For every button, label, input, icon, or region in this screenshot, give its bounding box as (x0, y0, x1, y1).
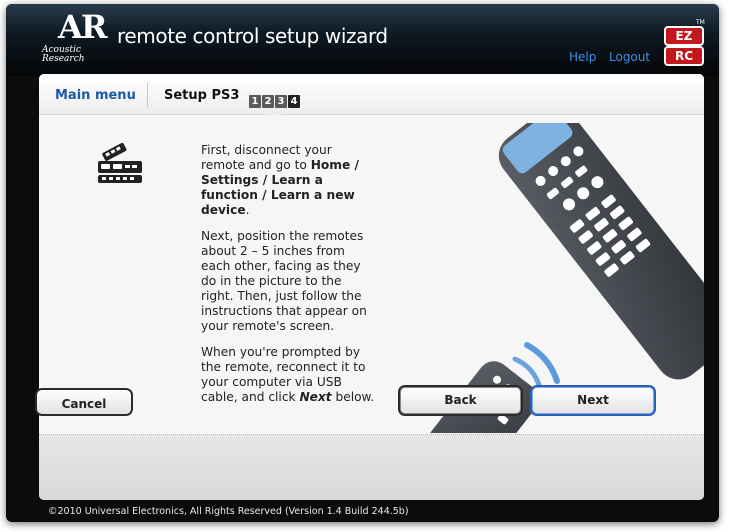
device-remote-icon (98, 143, 142, 183)
header: AR Acoustic Research remote control setu… (6, 4, 719, 76)
step-indicator: 1234 (249, 89, 301, 108)
tab-divider (147, 83, 148, 107)
acoustic-research-logo: AR Acoustic Research (38, 8, 108, 64)
next-button[interactable]: Next (530, 385, 656, 416)
logo-initials: AR (58, 8, 107, 46)
wizard-panel: Main menu Setup PS3 1234 First, disconne… (39, 74, 704, 500)
back-button[interactable]: Back (398, 385, 523, 416)
next-emphasis: Next (299, 390, 332, 404)
help-link[interactable]: Help (569, 50, 596, 64)
step-3: 3 (275, 95, 287, 108)
app-window: AR Acoustic Research remote control setu… (6, 4, 719, 522)
tab-bar: Main menu Setup PS3 1234 (39, 74, 704, 115)
logout-link[interactable]: Logout (609, 50, 650, 64)
rc-badge: RC (664, 46, 704, 66)
instruction-step-1: First, disconnect your remote and go to … (201, 143, 359, 217)
step-4: 4 (288, 95, 300, 108)
step-1: 1 (249, 95, 261, 108)
tab-main-menu[interactable]: Main menu (55, 88, 136, 103)
app-title: remote control setup wizard (117, 24, 388, 48)
ez-badge: EZ (664, 26, 704, 46)
button-bar (39, 435, 704, 500)
ez-rc-logo: TM EZ RC (664, 19, 705, 66)
tab-setup-ps3: Setup PS3 (164, 88, 240, 103)
instruction-step-2: Next, position the remotes about 2 – 5 i… (201, 229, 367, 333)
instruction-step-3: When you're prompted by the remote, reco… (201, 345, 375, 404)
copyright-text: ©2010 Universal Electronics, All Rights … (48, 506, 409, 517)
logo-wordmark: Acoustic Research (42, 45, 85, 64)
step-2: 2 (262, 95, 274, 108)
cancel-button[interactable]: Cancel (35, 388, 133, 416)
instructions: First, disconnect your remote and go to … (201, 143, 377, 416)
trademark-mark: TM (696, 19, 705, 26)
